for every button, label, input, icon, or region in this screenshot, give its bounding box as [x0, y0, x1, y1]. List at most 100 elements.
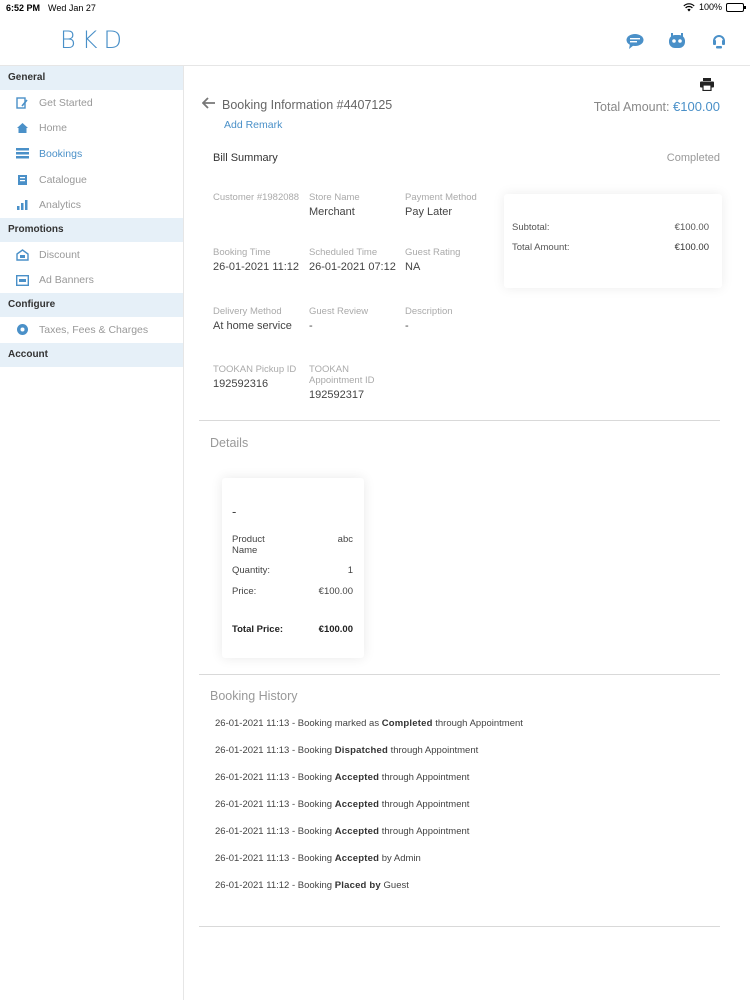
summary-total-label: Total Amount:	[512, 242, 570, 253]
print-icon[interactable]	[700, 78, 714, 96]
field-appointment-id: TOOKAN Appointment ID 192592317	[309, 364, 401, 403]
field-scheduled-time: Scheduled Time 26-01-2021 07:12	[309, 247, 401, 275]
quantity-label: Quantity:	[232, 565, 271, 576]
sidebar-section-account[interactable]: Account	[0, 342, 183, 367]
field-value: 192592316	[213, 378, 269, 390]
history-text: - Booking	[289, 880, 335, 891]
discount-icon	[14, 248, 30, 262]
history-time: 26-01-2021 11:13	[215, 772, 290, 783]
history-time: 26-01-2021 11:13	[215, 799, 290, 810]
history-text: - Booking	[289, 772, 335, 783]
field-booking-time: Booking Time 26-01-2021 11:12	[213, 247, 305, 275]
analytics-icon	[14, 198, 30, 212]
history-entry: 26-01-2021 11:13 - Booking Dispatched th…	[215, 745, 523, 772]
sidebar-item-get-started[interactable]: Get Started	[0, 90, 183, 116]
history-text: - Booking	[289, 799, 335, 810]
field-label: Booking Time	[213, 247, 271, 258]
field-label: Customer #1982088	[213, 192, 300, 203]
summary-total-row: Total Amount: €100.00	[512, 242, 709, 253]
divider	[199, 420, 720, 421]
taxes-icon	[14, 323, 30, 337]
product-heading: -	[232, 504, 237, 519]
field-value: 192592317	[309, 389, 365, 401]
sidebar-section-general: General	[0, 66, 183, 90]
history-text: through Appointment	[432, 718, 523, 729]
history-entry: 26-01-2021 11:12 - Booking Placed by Gue…	[215, 880, 523, 907]
subtotal-row: Subtotal: €100.00	[512, 222, 709, 233]
sidebar-item-label: Ad Banners	[39, 274, 94, 287]
status-badge: Completed	[666, 152, 720, 164]
history-text: - Booking	[289, 853, 335, 864]
history-action: Accepted	[334, 826, 380, 837]
field-label: Delivery Method	[213, 306, 282, 317]
price-label: Price:	[232, 586, 257, 597]
history-text: - Booking	[289, 745, 335, 756]
field-label: Store Name	[309, 192, 360, 203]
field-label: Guest Review	[309, 306, 369, 317]
get-started-icon	[14, 96, 30, 110]
bill-summary-card: Subtotal: €100.00 Total Amount: €100.00	[504, 194, 722, 288]
quantity-value: 1	[347, 565, 353, 576]
history-text: through Appointment	[379, 826, 470, 837]
sidebar-item-catalogue[interactable]: Catalogue	[0, 167, 183, 193]
history-time: 26-01-2021 11:12	[215, 880, 290, 891]
battery-icon	[726, 2, 746, 12]
sidebar-item-bookings[interactable]: Bookings	[0, 141, 183, 167]
booking-history-title: Booking History	[210, 689, 298, 703]
sidebar-item-label: Taxes, Fees & Charges	[39, 323, 149, 336]
sidebar-section-configure: Configure	[0, 293, 183, 318]
subtotal-label: Subtotal:	[512, 222, 550, 233]
sidebar-item-label: Analytics	[39, 199, 82, 212]
sidebar-item-home[interactable]: Home	[0, 116, 183, 142]
field-customer: Customer #1982088	[213, 192, 305, 205]
ad-banners-icon	[14, 273, 30, 287]
battery-percent: 100%	[698, 2, 722, 12]
chat-icon[interactable]	[624, 30, 646, 52]
history-action: Dispatched	[334, 745, 388, 756]
sidebar-item-label: Catalogue	[39, 173, 87, 186]
sidebar-item-label: Discount	[39, 248, 80, 261]
product-name-label: Product Name	[232, 534, 265, 556]
bot-icon[interactable]	[666, 30, 688, 52]
field-value: At home service	[213, 320, 292, 332]
history-action: Placed by	[334, 880, 381, 891]
back-arrow-icon[interactable]	[201, 96, 216, 112]
history-entry: 26-01-2021 11:13 - Booking Accepted thro…	[215, 826, 523, 853]
top-header: BKD	[0, 16, 750, 66]
bill-summary-title: Bill Summary	[213, 152, 278, 164]
add-remark-link[interactable]: Add Remark	[224, 119, 282, 131]
field-label: TOOKAN Pickup ID	[213, 364, 297, 375]
price-value: €100.00	[318, 586, 353, 597]
support-icon[interactable]	[708, 30, 730, 52]
field-label: Description	[405, 306, 453, 317]
history-entry: 26-01-2021 11:13 - Booking Accepted by A…	[215, 853, 523, 880]
history-action: Accepted	[334, 772, 380, 783]
sidebar-item-discount[interactable]: Discount	[0, 242, 183, 268]
field-label: Scheduled Time	[309, 247, 378, 258]
summary-total-value: €100.00	[674, 242, 709, 253]
status-date: Wed Jan 27	[48, 3, 96, 13]
history-text: Guest	[380, 880, 409, 891]
history-entry: 26-01-2021 11:13 - Booking Accepted thro…	[215, 799, 523, 826]
sidebar-item-label: Home	[39, 122, 68, 135]
history-text: - Booking marked as	[289, 718, 382, 729]
app-logo: BKD	[60, 26, 128, 54]
status-bar: 6:52 PM Wed Jan 27 100%	[0, 0, 750, 16]
field-value: -	[309, 320, 313, 332]
history-time: 26-01-2021 11:13	[215, 826, 290, 837]
sidebar-item-ad-banners[interactable]: Ad Banners	[0, 268, 183, 294]
sidebar-item-analytics[interactable]: Analytics	[0, 192, 183, 218]
history-text: - Booking	[289, 826, 335, 837]
page-title: Booking Information #4407125	[222, 98, 393, 112]
field-value: Pay Later	[405, 206, 453, 218]
field-value: NA	[405, 261, 421, 273]
total-price-row: Total Price: €100.00	[232, 624, 353, 635]
field-delivery-method: Delivery Method At home service	[213, 306, 305, 334]
field-payment-method: Payment Method Pay Later	[405, 192, 497, 220]
sidebar-item-taxes[interactable]: Taxes, Fees & Charges	[0, 317, 183, 343]
field-guest-rating: Guest Rating NA	[405, 247, 497, 275]
total-price-value: €100.00	[318, 624, 353, 635]
status-time: 6:52 PM	[6, 3, 41, 13]
catalogue-icon	[14, 173, 30, 187]
field-label: TOOKAN Appointment ID	[309, 364, 375, 386]
